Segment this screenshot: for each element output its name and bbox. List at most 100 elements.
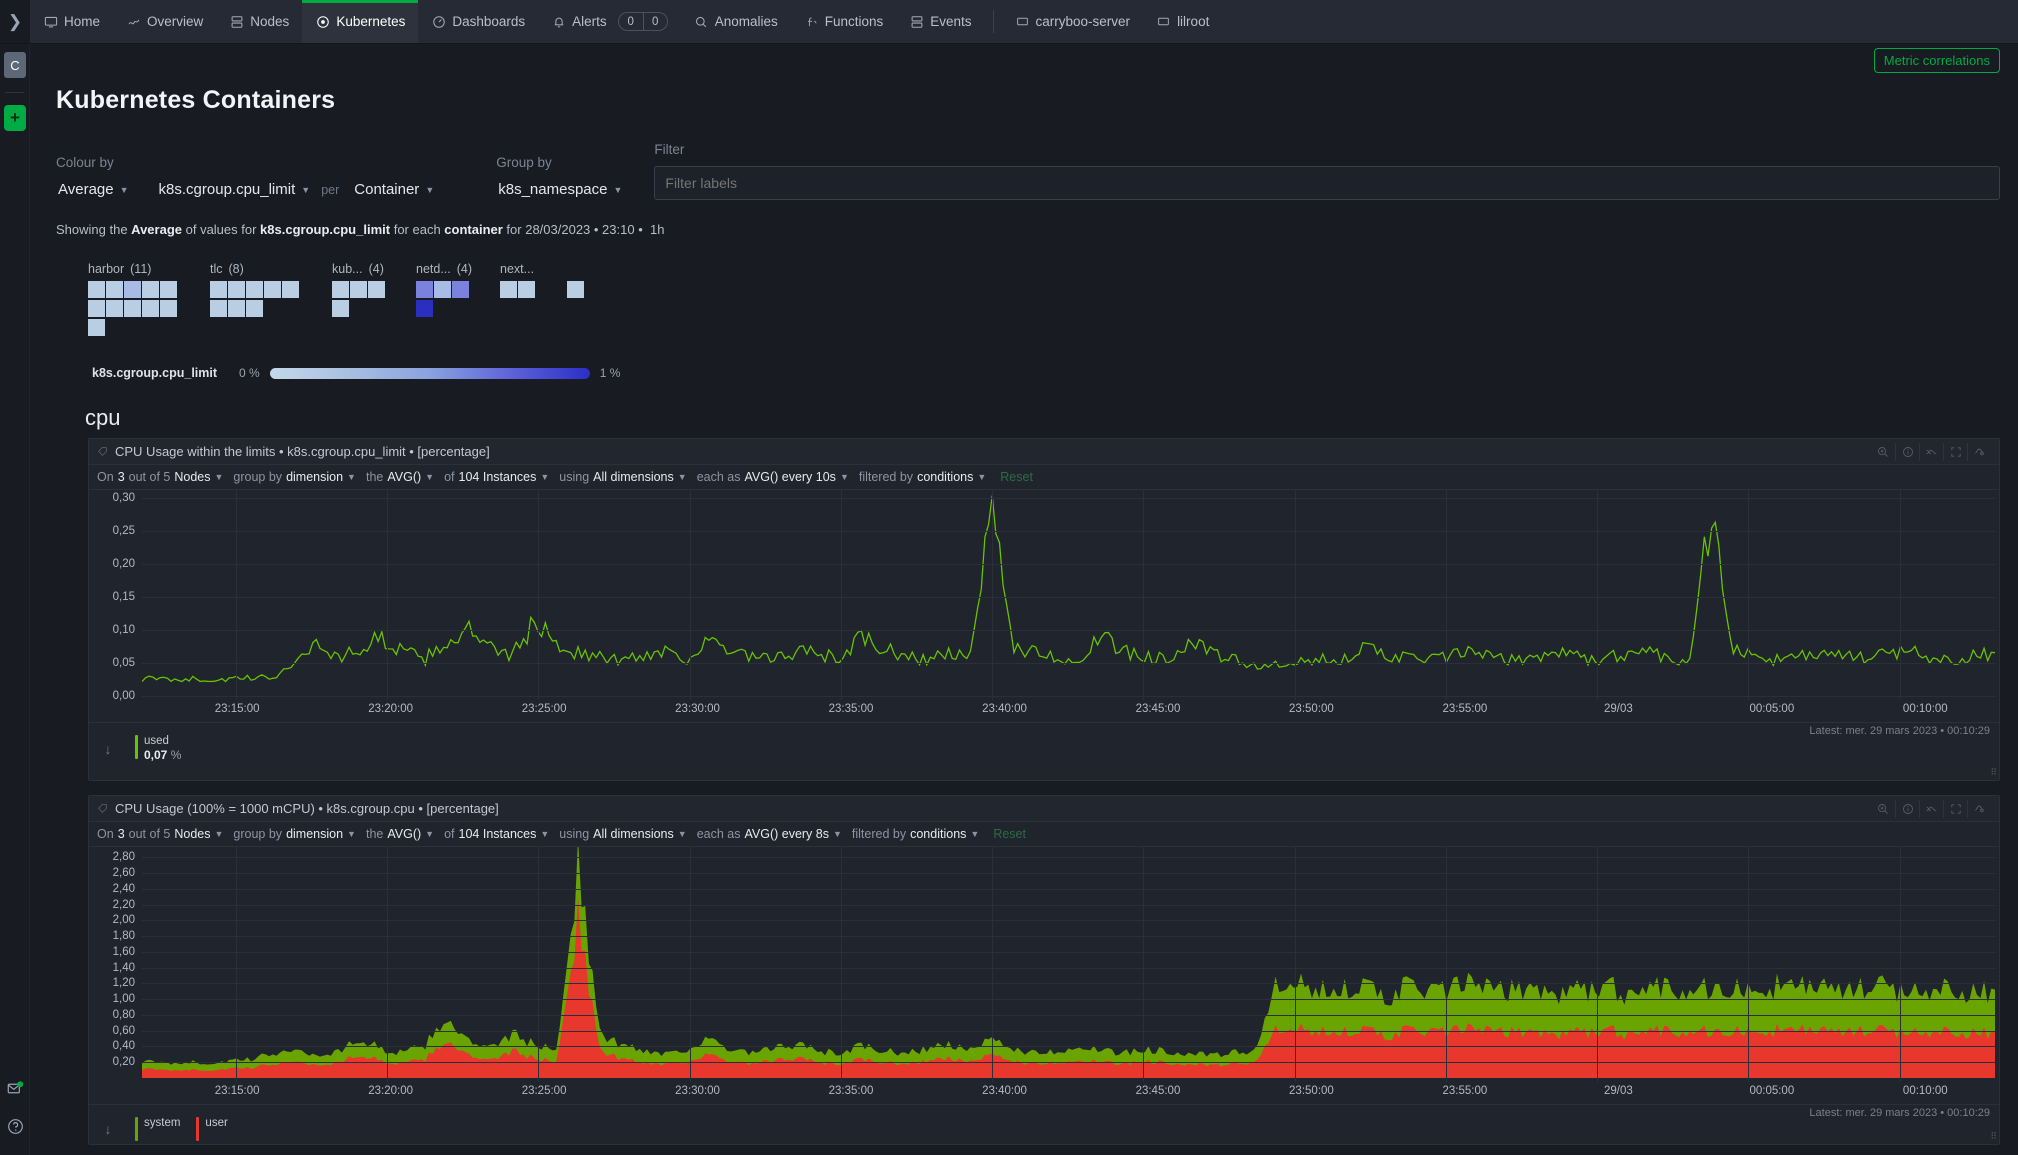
treemap-cell[interactable] — [282, 281, 299, 298]
nav-host-carryboo-server[interactable]: carryboo-server — [1002, 0, 1144, 43]
dimensions-selector[interactable]: using All dimensions ▼ — [559, 470, 686, 484]
mail-icon[interactable] — [0, 1069, 30, 1107]
conditions-selector[interactable]: filtered by conditions ▼ — [852, 827, 979, 841]
treemap-cell[interactable] — [452, 281, 469, 298]
nav-item-home[interactable]: Home — [30, 0, 113, 43]
treemap-cell[interactable] — [228, 281, 245, 298]
treemap-cell[interactable] — [332, 281, 349, 298]
colour-gradient — [269, 367, 590, 379]
x-tick-label: 23:45:00 — [1135, 1085, 1181, 1097]
treemap-cell[interactable] — [246, 300, 263, 317]
alerts-badge-critical: 0 — [627, 15, 634, 28]
group-by-selector[interactable]: group by dimension ▼ — [233, 470, 356, 484]
nav-item-anomalies[interactable]: Anomalies — [681, 0, 791, 43]
alarm-icon[interactable] — [1967, 442, 1991, 461]
group-by-dropdown[interactable]: k8s_namespace ▼ — [496, 179, 624, 200]
nav-item-overview[interactable]: Overview — [113, 0, 216, 43]
zoom-in-icon[interactable] — [1871, 800, 1895, 818]
legend-sort-arrow-icon[interactable]: ↓ — [97, 1121, 119, 1137]
treemap-cell[interactable] — [434, 281, 451, 298]
nav-item-dashboards[interactable]: Dashboards — [418, 0, 538, 43]
info-icon[interactable] — [1895, 799, 1919, 818]
nav-item-kubernetes[interactable]: Kubernetes — [302, 0, 419, 43]
fullscreen-icon[interactable] — [1943, 799, 1967, 818]
server-icon — [229, 14, 244, 29]
metric-dropdown[interactable]: k8s.cgroup.cpu_limit ▼ — [157, 179, 313, 200]
treemap-cell[interactable] — [332, 300, 349, 317]
sidebar-collapse-icon[interactable]: ❯ — [0, 0, 30, 43]
gridline-vertical — [387, 847, 389, 1082]
treemap-cell[interactable] — [567, 281, 585, 298]
legend-dimension[interactable]: system — [135, 1117, 180, 1141]
chart-plot[interactable]: 2,80 2,60 2,40 2,20 2,00 1,80 1,60 1,40 1,20 1,00… — [89, 847, 1999, 1082]
filter-input[interactable] — [654, 166, 2000, 200]
treemap-cell[interactable] — [142, 300, 159, 317]
compare-icon[interactable] — [1919, 799, 1943, 818]
nav-item-alerts[interactable]: Alerts 0 0 — [538, 0, 681, 43]
treemap-cell[interactable] — [500, 281, 517, 298]
alarm-icon[interactable] — [1967, 799, 1991, 818]
treemap-cell[interactable] — [160, 281, 177, 298]
compare-icon[interactable] — [1919, 442, 1943, 461]
treemap-cell[interactable] — [246, 281, 263, 298]
aggregation-value: Average — [58, 181, 114, 198]
x-tick-label: 23:15:00 — [214, 1085, 260, 1097]
nav-item-functions[interactable]: Functions — [791, 0, 897, 43]
group-by-selector[interactable]: group by dimension ▼ — [233, 827, 356, 841]
legend-dimension[interactable]: user — [196, 1117, 228, 1141]
zoom-in-icon[interactable] — [1871, 443, 1895, 461]
aggregation-dropdown[interactable]: Average ▼ — [56, 179, 131, 200]
nav-item-nodes[interactable]: Nodes — [216, 0, 302, 43]
treemap-cell[interactable] — [124, 281, 141, 298]
reset-button[interactable]: Reset — [993, 827, 1026, 841]
aggregate-selector[interactable]: the AVG() ▼ — [366, 470, 434, 484]
treemap-cell[interactable] — [106, 281, 123, 298]
treemap-cell[interactable] — [210, 300, 227, 317]
treemap-cell[interactable] — [210, 281, 227, 298]
add-space-button[interactable]: + — [0, 99, 30, 137]
treemap-cell[interactable] — [88, 300, 105, 317]
resolution-selector[interactable]: each as AVG() every 8s ▼ — [697, 827, 842, 841]
treemap-cell[interactable] — [88, 281, 105, 298]
treemap-cell[interactable] — [124, 300, 141, 317]
treemap-cell[interactable] — [416, 300, 433, 317]
instances-selector[interactable]: of 104 Instances ▼ — [444, 470, 549, 484]
treemap-cell[interactable] — [518, 281, 535, 298]
conditions-selector[interactable]: filtered by conditions ▼ — [859, 470, 986, 484]
resolution-selector[interactable]: each as AVG() every 10s ▼ — [697, 470, 849, 484]
legend-colour-swatch — [135, 1117, 138, 1141]
legend-dimension-name: system — [144, 1117, 181, 1129]
info-icon[interactable] — [1895, 442, 1919, 461]
chart-resize-handle[interactable]: ⠿ — [1990, 1131, 1997, 1142]
metric-correlations-button[interactable]: Metric correlations — [1873, 48, 2000, 73]
help-circle-icon[interactable] — [0, 1107, 30, 1145]
treemap-cell[interactable] — [416, 281, 433, 298]
plus-icon: + — [4, 105, 26, 131]
treemap-cell[interactable] — [264, 281, 281, 298]
per-dropdown[interactable]: Container ▼ — [352, 179, 436, 200]
reset-button[interactable]: Reset — [1000, 470, 1033, 484]
treemap-cell[interactable] — [228, 300, 245, 317]
legend-dimension[interactable]: used 0,07 % — [135, 735, 181, 762]
treemap-cell[interactable] — [88, 319, 105, 336]
instances-selector[interactable]: of 104 Instances ▼ — [444, 827, 549, 841]
nav-host-lilroot[interactable]: lilroot — [1143, 0, 1222, 43]
dimensions-selector[interactable]: using All dimensions ▼ — [559, 827, 686, 841]
chart-plot[interactable]: 0,30 0,25 0,20 0,15 0,10 0,05 0,00 — [89, 490, 1999, 702]
colour-scale-legend: k8s.cgroup.cpu_limit 0 % 1 % — [92, 366, 2018, 380]
treemap-cell[interactable] — [142, 281, 159, 298]
x-axis: 23:15:00 23:20:00 23:25:00 23:30:00 23:35:00… — [89, 700, 1999, 722]
nav-item-events[interactable]: Events — [896, 0, 984, 43]
legend-sort-arrow-icon[interactable]: ↓ — [97, 741, 119, 757]
treemap-cell[interactable] — [160, 300, 177, 317]
treemap-cell[interactable] — [368, 281, 385, 298]
aggregate-selector[interactable]: the AVG() ▼ — [366, 827, 434, 841]
treemap-cell[interactable] — [106, 300, 123, 317]
x-tick-label: 00:05:00 — [1749, 1085, 1795, 1097]
chart-resize-handle[interactable]: ⠿ — [1990, 767, 1997, 778]
fullscreen-icon[interactable] — [1943, 442, 1967, 461]
space-button[interactable]: C — [0, 44, 30, 86]
treemap-cell[interactable] — [350, 281, 367, 298]
nodes-selector[interactable]: On 3 out of 5 Nodes ▼ — [97, 827, 223, 841]
nodes-selector[interactable]: On 3 out of 5 Nodes ▼ — [97, 470, 223, 484]
